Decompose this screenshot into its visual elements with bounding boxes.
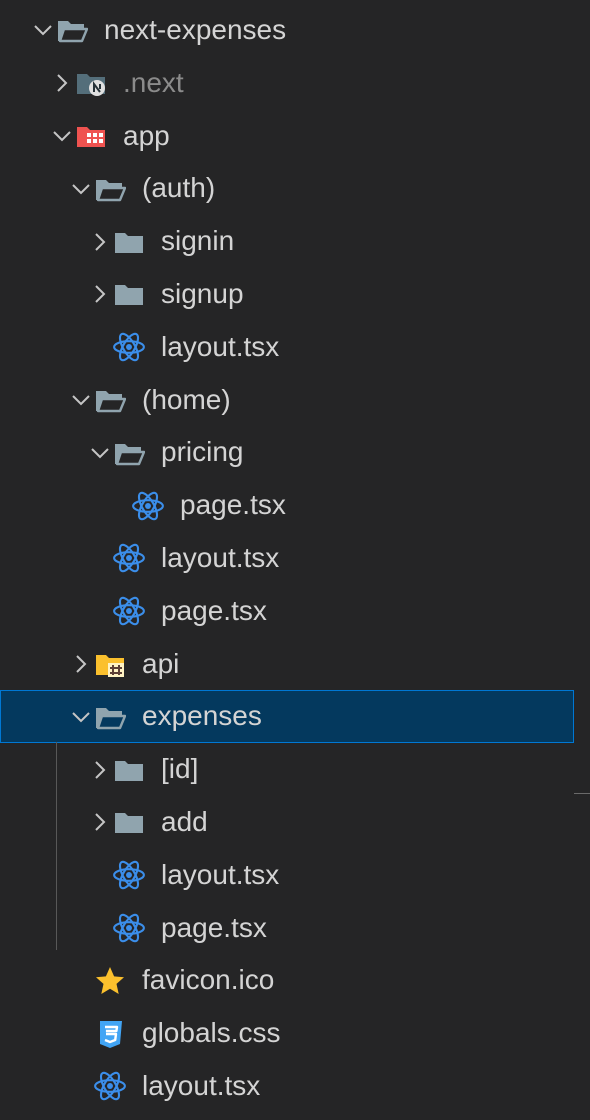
tree-folder-row[interactable]: signup — [0, 268, 574, 321]
react-icon — [109, 902, 149, 955]
react-icon — [109, 532, 149, 585]
folder-open-icon — [90, 162, 130, 215]
tree-item-label: globals.css — [142, 1017, 281, 1049]
nextjs-folder-icon — [71, 57, 111, 110]
tree-item-label: add — [161, 805, 208, 837]
tree-item-label: expenses — [142, 700, 262, 732]
css-icon — [90, 1007, 130, 1060]
tree-item-label: app — [123, 119, 170, 151]
react-icon — [109, 849, 149, 902]
tree-item-label: .next — [123, 66, 184, 98]
tree-folder-row[interactable]: [id] — [0, 743, 574, 796]
tree-file-row[interactable]: page.tsx — [0, 479, 574, 532]
folder-open-icon — [52, 4, 92, 57]
tree-folder-row[interactable]: (auth) — [0, 162, 574, 215]
tree-folder-row[interactable]: next-expenses — [0, 4, 574, 57]
tree-item-label: layout.tsx — [161, 541, 280, 573]
tree-item-label: signup — [161, 277, 244, 309]
tree-file-row[interactable]: globals.css — [0, 1007, 574, 1060]
tree-item-label: signin — [161, 225, 235, 257]
api-folder-icon — [90, 638, 130, 691]
react-icon — [109, 321, 149, 374]
star-icon — [90, 954, 130, 1007]
tree-item-label: layout.tsx — [161, 330, 280, 362]
tree-item-label: layout.tsx — [161, 858, 280, 890]
folder-icon — [109, 743, 149, 796]
folder-icon — [109, 268, 149, 321]
tree-item-label: (auth) — [142, 172, 216, 204]
folder-open-icon — [90, 690, 130, 743]
tree-file-row[interactable]: layout.tsx — [0, 849, 574, 902]
tree-item-label: (home) — [142, 383, 231, 415]
tree-folder-row[interactable]: .next — [0, 57, 574, 110]
tree-file-row[interactable]: page.tsx — [0, 902, 574, 955]
tree-folder-row[interactable]: api — [0, 638, 574, 691]
react-icon — [109, 585, 149, 638]
react-icon — [90, 1060, 130, 1113]
folder-open-icon — [109, 426, 149, 479]
tree-item-label: page.tsx — [161, 594, 267, 626]
app-folder-icon — [71, 110, 111, 163]
indent-guide — [56, 742, 57, 950]
tree-file-row[interactable]: layout.tsx — [0, 1060, 574, 1113]
tree-item-label: api — [142, 647, 180, 679]
folder-icon — [109, 796, 149, 849]
tree-file-row[interactable]: favicon.ico — [0, 954, 574, 1007]
tree-item-label: page.tsx — [180, 489, 286, 521]
folder-icon — [109, 215, 149, 268]
tree-file-row[interactable]: layout.tsx — [0, 532, 574, 585]
folder-open-icon — [90, 374, 130, 427]
tree-file-row[interactable]: layout.tsx — [0, 321, 574, 374]
tree-folder-row[interactable]: (home) — [0, 374, 574, 427]
tree-item-label: pricing — [161, 436, 244, 468]
tree-item-label: next-expenses — [104, 14, 287, 45]
tree-folder-row[interactable]: app — [0, 110, 574, 163]
tree-folder-row[interactable]: signin — [0, 215, 574, 268]
react-icon — [128, 479, 168, 532]
tree-file-row[interactable]: page.tsx — [0, 585, 574, 638]
tree-item-label: [id] — [161, 753, 199, 785]
tree-folder-row[interactable]: pricing — [0, 426, 574, 479]
tree-folder-row[interactable]: add — [0, 796, 574, 849]
file-tree: next-expenses .next app (auth) signin signup l… — [0, 4, 590, 1113]
tree-folder-row[interactable]: expenses — [0, 690, 574, 744]
tree-item-label: layout.tsx — [142, 1069, 261, 1101]
tree-item-label: page.tsx — [161, 911, 267, 943]
scrollbar-edge — [574, 793, 590, 794]
tree-item-label: favicon.ico — [142, 964, 275, 996]
